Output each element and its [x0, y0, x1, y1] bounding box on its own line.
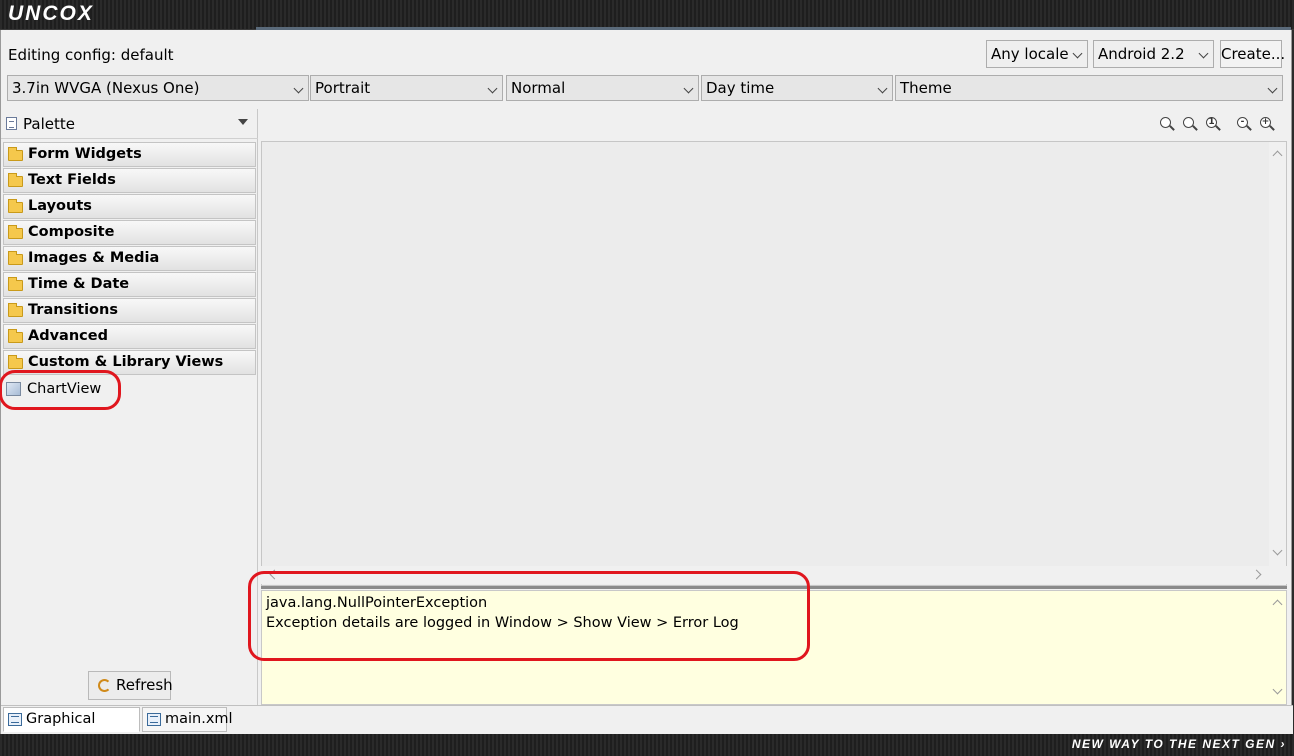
chevron-down-icon — [1072, 48, 1083, 59]
zoom-real-icon[interactable] — [1183, 117, 1198, 132]
zoom-toolbar: 1 - + — [261, 109, 1286, 139]
palette-title: Palette — [23, 115, 75, 133]
editing-config-label: Editing config: default — [8, 46, 174, 64]
create-config-button[interactable]: Create... — [1220, 40, 1285, 68]
chevron-down-icon — [877, 83, 888, 94]
theme-value: Theme — [900, 79, 952, 97]
zoom-in-icon[interactable]: + — [1260, 117, 1275, 132]
palette-category-label: Composite — [28, 224, 115, 240]
scroll-right-icon[interactable] — [1251, 569, 1262, 580]
tab-main-xml[interactable]: main.xml — [142, 707, 233, 732]
palette-category-label: Advanced — [28, 328, 108, 344]
layout-canvas[interactable] — [261, 141, 1287, 586]
palette-panel: Palette Form Widgets Text Fields Layouts… — [0, 109, 258, 705]
refresh-icon — [98, 679, 111, 692]
palette-category-time-date[interactable]: Time & Date — [3, 272, 256, 297]
error-message: java.lang.NullPointerException — [266, 595, 488, 611]
locale-value: Any locale — [991, 45, 1069, 63]
folder-icon — [8, 147, 23, 161]
palette-category-label: Transitions — [28, 302, 118, 318]
time-mode-select[interactable]: Day time — [701, 75, 893, 101]
folder-icon — [8, 199, 23, 213]
scroll-up-icon[interactable] — [1272, 599, 1283, 610]
brand-tagline: NEW WAY TO THE NEXT GEN › — [1071, 737, 1286, 751]
folder-icon — [8, 303, 23, 317]
tab-graphical-layout[interactable]: Graphical Layout — [3, 707, 140, 750]
zoom-100-icon[interactable]: 1 — [1206, 117, 1221, 132]
zoom-fit-icon[interactable] — [1160, 117, 1175, 132]
footer-bar: NEW WAY TO THE NEXT GEN › — [0, 734, 1294, 756]
folder-icon — [8, 277, 23, 291]
refresh-label: Refresh — [116, 676, 173, 694]
palette-category-label: Layouts — [28, 198, 92, 214]
folder-open-icon — [8, 355, 23, 369]
folder-icon — [8, 251, 23, 265]
chevron-down-icon — [1198, 48, 1209, 59]
palette-item-chartview[interactable]: ChartView — [5, 379, 101, 401]
scroll-left-icon[interactable] — [269, 569, 280, 580]
palette-category-transitions[interactable]: Transitions — [3, 298, 256, 323]
palette-category-layouts[interactable]: Layouts — [3, 194, 256, 219]
palette-header: Palette — [1, 109, 258, 139]
orientation-value: Portrait — [315, 79, 371, 97]
brand-logo: UNCOX — [8, 2, 94, 25]
screen-size-select[interactable]: 3.7in WVGA (Nexus One) — [7, 75, 309, 101]
brand-bar: UNCOX — [0, 0, 1294, 30]
chevron-down-icon — [1267, 83, 1278, 94]
palette-category-label: Text Fields — [28, 172, 116, 188]
time-mode-value: Day time — [706, 79, 775, 97]
xml-file-icon — [147, 713, 161, 726]
palette-category-label: Custom & Library Views — [28, 354, 224, 370]
palette-category-advanced[interactable]: Advanced — [3, 324, 256, 349]
scroll-up-icon[interactable] — [1272, 150, 1283, 161]
orientation-select[interactable]: Portrait — [310, 75, 503, 101]
scroll-down-icon[interactable] — [1272, 545, 1283, 556]
dock-mode-value: Normal — [511, 79, 566, 97]
tab-label: main.xml — [165, 711, 233, 727]
android-version-value: Android 2.2 — [1098, 45, 1185, 63]
dock-mode-select[interactable]: Normal — [506, 75, 699, 101]
chevron-down-icon — [487, 83, 498, 94]
palette-category-label: Time & Date — [28, 276, 130, 292]
palette-menu-icon[interactable] — [238, 119, 248, 125]
error-details: Exception details are logged in Window >… — [266, 615, 739, 631]
palette-category-images-media[interactable]: Images & Media — [3, 246, 256, 271]
locale-select[interactable]: Any locale — [986, 40, 1088, 68]
scroll-down-icon[interactable] — [1272, 684, 1283, 695]
folder-icon — [8, 173, 23, 187]
palette-icon — [6, 117, 17, 130]
panel-sash[interactable] — [261, 586, 1287, 589]
palette-category-text-fields[interactable]: Text Fields — [3, 168, 256, 193]
screen-size-value: 3.7in WVGA (Nexus One) — [12, 79, 200, 97]
folder-icon — [8, 329, 23, 343]
custom-view-icon — [6, 382, 21, 396]
chevron-down-icon — [293, 83, 304, 94]
android-version-select[interactable]: Android 2.2 — [1093, 40, 1214, 68]
zoom-out-icon[interactable]: - — [1237, 117, 1252, 132]
palette-category-label: Images & Media — [28, 250, 160, 266]
layout-editor: Editing config: default Any locale Andro… — [0, 30, 1293, 750]
editor-tabs: Graphical Layout main.xml — [1, 705, 1293, 750]
error-panel: java.lang.NullPointerException Exception… — [261, 590, 1287, 705]
palette-item-label: ChartView — [27, 381, 102, 397]
palette-category-label: Form Widgets — [28, 146, 142, 162]
canvas-horizontal-scrollbar[interactable] — [261, 566, 1287, 584]
palette-category-composite[interactable]: Composite — [3, 220, 256, 245]
chevron-down-icon — [683, 83, 694, 94]
refresh-button[interactable]: Refresh — [88, 671, 173, 700]
palette-category-custom-library-views[interactable]: Custom & Library Views — [3, 350, 256, 375]
canvas-vertical-scrollbar[interactable] — [1269, 142, 1286, 585]
folder-icon — [8, 225, 23, 239]
config-bar: Editing config: default Any locale Andro… — [1, 30, 1293, 72]
palette-category-form-widgets[interactable]: Form Widgets — [3, 142, 256, 167]
theme-select[interactable]: Theme — [895, 75, 1283, 101]
layout-icon — [8, 713, 22, 726]
